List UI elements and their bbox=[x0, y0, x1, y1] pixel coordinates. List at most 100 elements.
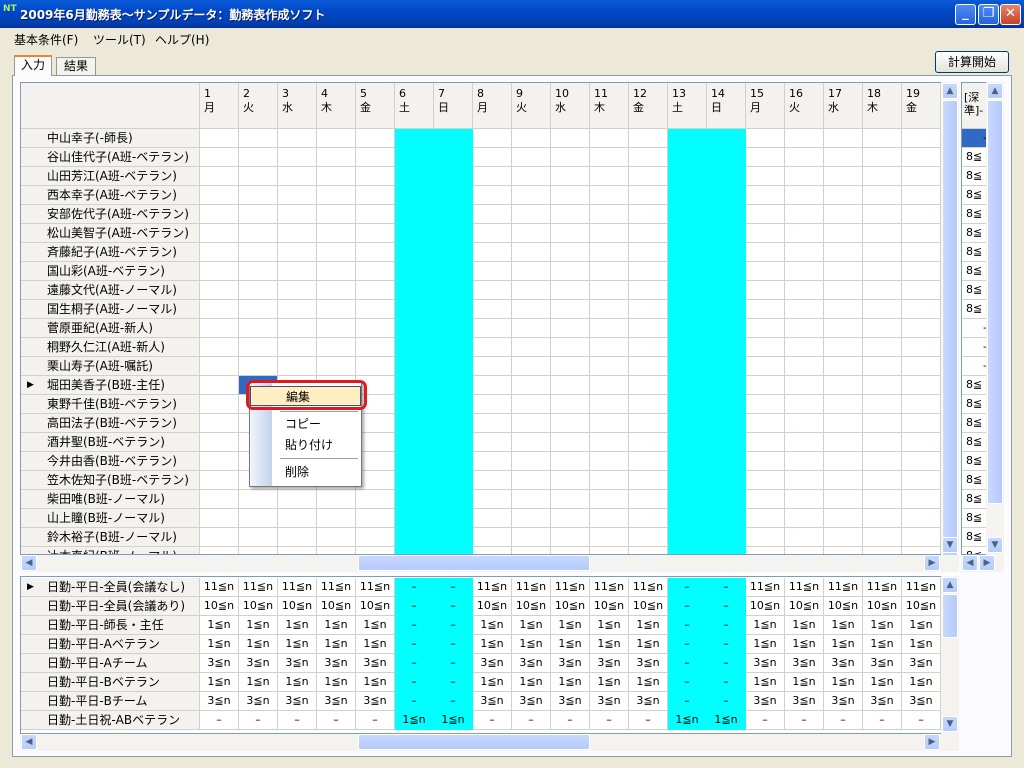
schedule-cell[interactable] bbox=[317, 129, 356, 148]
constraint-cell[interactable]: 10≦n bbox=[239, 597, 278, 616]
summary-vertical-scrollbar[interactable]: ▲ ▼ bbox=[986, 82, 1004, 555]
schedule-cell[interactable] bbox=[707, 490, 746, 509]
schedule-cell[interactable] bbox=[473, 452, 512, 471]
schedule-cell[interactable] bbox=[200, 414, 239, 433]
constraint-cell[interactable]: 1≦n bbox=[200, 616, 239, 635]
schedule-cell[interactable] bbox=[473, 357, 512, 376]
schedule-cell[interactable] bbox=[473, 471, 512, 490]
schedule-cell[interactable] bbox=[200, 471, 239, 490]
scroll-thumb[interactable] bbox=[942, 594, 958, 638]
schedule-cell[interactable] bbox=[395, 319, 434, 338]
constraint-cell[interactable]: – bbox=[512, 711, 551, 730]
constraint-horizontal-scrollbar[interactable]: ◀ ▶ bbox=[20, 734, 959, 751]
schedule-cell[interactable] bbox=[317, 509, 356, 528]
schedule-cell[interactable] bbox=[512, 433, 551, 452]
schedule-cell[interactable] bbox=[863, 338, 902, 357]
constraint-cell[interactable]: – bbox=[239, 711, 278, 730]
schedule-cell[interactable] bbox=[902, 414, 941, 433]
constraint-cell[interactable]: 11≦n bbox=[200, 578, 239, 597]
schedule-cell[interactable] bbox=[200, 452, 239, 471]
constraint-cell[interactable]: 1≦n bbox=[746, 673, 785, 692]
schedule-cell[interactable] bbox=[707, 376, 746, 395]
schedule-cell[interactable] bbox=[200, 547, 239, 554]
constraint-cell[interactable]: 3≦n bbox=[278, 692, 317, 711]
schedule-cell[interactable] bbox=[200, 262, 239, 281]
schedule-cell[interactable] bbox=[824, 319, 863, 338]
schedule-cell[interactable] bbox=[863, 148, 902, 167]
schedule-cell[interactable] bbox=[434, 167, 473, 186]
schedule-cell[interactable] bbox=[902, 281, 941, 300]
schedule-cell[interactable] bbox=[239, 357, 278, 376]
schedule-cell[interactable] bbox=[434, 186, 473, 205]
schedule-cell[interactable] bbox=[824, 281, 863, 300]
schedule-cell[interactable] bbox=[239, 338, 278, 357]
tab-result[interactable]: 結果 bbox=[56, 57, 96, 75]
constraint-cell[interactable]: – bbox=[551, 711, 590, 730]
schedule-cell[interactable] bbox=[200, 395, 239, 414]
schedule-cell[interactable] bbox=[590, 205, 629, 224]
calc-start-button[interactable]: 計算開始 bbox=[935, 51, 1009, 73]
schedule-cell[interactable] bbox=[434, 338, 473, 357]
constraint-cell[interactable]: 1≦n bbox=[863, 635, 902, 654]
schedule-cell[interactable] bbox=[824, 528, 863, 547]
schedule-cell[interactable] bbox=[278, 509, 317, 528]
schedule-cell[interactable] bbox=[434, 281, 473, 300]
schedule-cell[interactable] bbox=[434, 471, 473, 490]
constraint-cell[interactable]: 3≦n bbox=[512, 692, 551, 711]
schedule-cell[interactable] bbox=[902, 338, 941, 357]
constraint-cell[interactable]: 1≦n bbox=[473, 635, 512, 654]
schedule-horizontal-scrollbar[interactable]: ◀ ▶ bbox=[20, 555, 959, 572]
constraint-cell[interactable]: 1≦n bbox=[785, 616, 824, 635]
constraint-cell[interactable]: – bbox=[434, 673, 473, 692]
constraint-cell[interactable]: 3≦n bbox=[551, 654, 590, 673]
schedule-cell[interactable] bbox=[278, 186, 317, 205]
schedule-cell[interactable] bbox=[863, 167, 902, 186]
constraint-cell[interactable]: 3≦n bbox=[356, 692, 395, 711]
constraint-cell[interactable]: 3≦n bbox=[590, 692, 629, 711]
day-header[interactable]: 8月 bbox=[473, 83, 512, 129]
schedule-cell[interactable] bbox=[902, 452, 941, 471]
schedule-cell[interactable] bbox=[278, 490, 317, 509]
day-header[interactable]: 9火 bbox=[512, 83, 551, 129]
schedule-cell[interactable] bbox=[239, 528, 278, 547]
schedule-cell[interactable] bbox=[512, 338, 551, 357]
schedule-cell[interactable] bbox=[629, 148, 668, 167]
day-header[interactable]: 1月 bbox=[200, 83, 239, 129]
scroll-down-button[interactable]: ▼ bbox=[987, 537, 1003, 553]
restore-button[interactable]: ❐ bbox=[978, 4, 999, 25]
constraint-cell[interactable]: 3≦n bbox=[785, 692, 824, 711]
constraint-cell[interactable]: 1≦n bbox=[239, 635, 278, 654]
schedule-cell[interactable] bbox=[707, 528, 746, 547]
schedule-cell[interactable] bbox=[200, 243, 239, 262]
schedule-cell[interactable] bbox=[668, 490, 707, 509]
constraint-cell[interactable]: 1≦n bbox=[668, 711, 707, 730]
constraint-cell[interactable]: 3≦n bbox=[512, 654, 551, 673]
schedule-cell[interactable] bbox=[512, 376, 551, 395]
constraint-cell[interactable]: 1≦n bbox=[590, 635, 629, 654]
constraint-cell[interactable]: 3≦n bbox=[746, 654, 785, 673]
constraint-cell[interactable]: 11≦n bbox=[824, 578, 863, 597]
schedule-cell[interactable] bbox=[317, 319, 356, 338]
schedule-cell[interactable] bbox=[278, 243, 317, 262]
schedule-cell[interactable] bbox=[512, 319, 551, 338]
schedule-cell[interactable] bbox=[668, 319, 707, 338]
schedule-cell[interactable] bbox=[668, 376, 707, 395]
schedule-cell[interactable] bbox=[434, 224, 473, 243]
day-header[interactable]: 15 月 bbox=[746, 83, 785, 129]
schedule-cell[interactable] bbox=[239, 509, 278, 528]
day-header[interactable]: 11 木 bbox=[590, 83, 629, 129]
schedule-cell[interactable] bbox=[395, 547, 434, 554]
constraint-cell[interactable]: 3≦n bbox=[629, 654, 668, 673]
constraint-cell[interactable]: 3≦n bbox=[785, 654, 824, 673]
schedule-cell[interactable] bbox=[824, 414, 863, 433]
schedule-cell[interactable] bbox=[629, 205, 668, 224]
constraint-cell[interactable]: 1≦n bbox=[200, 635, 239, 654]
schedule-cell[interactable] bbox=[434, 509, 473, 528]
schedule-cell[interactable] bbox=[278, 129, 317, 148]
schedule-cell[interactable] bbox=[863, 224, 902, 243]
schedule-cell[interactable] bbox=[668, 528, 707, 547]
schedule-cell[interactable] bbox=[863, 186, 902, 205]
constraint-cell[interactable]: 1≦n bbox=[512, 673, 551, 692]
constraint-cell[interactable]: 3≦n bbox=[200, 654, 239, 673]
schedule-cell[interactable] bbox=[863, 129, 902, 148]
